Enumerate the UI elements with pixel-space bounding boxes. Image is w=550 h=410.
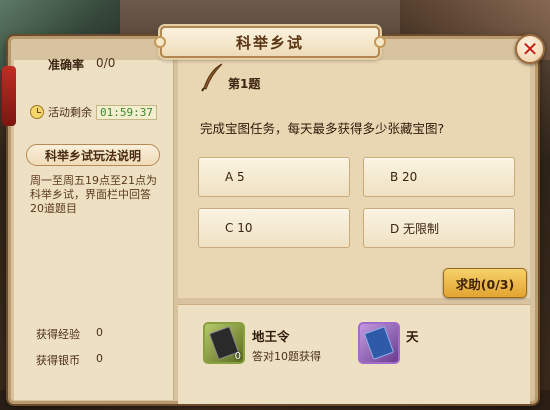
- title-ornament-right: [374, 36, 386, 48]
- title-plate: 科举乡试: [154, 26, 386, 58]
- timer-row: 活动剩余 01:59:37: [30, 104, 157, 120]
- question-number: 第1题: [228, 77, 261, 91]
- close-button[interactable]: ✕: [515, 34, 545, 64]
- accuracy-label: 准确率: [48, 58, 85, 72]
- token-icon: [363, 326, 395, 360]
- option-a-label: A 5: [225, 170, 245, 184]
- option-c-button[interactable]: C 10: [198, 208, 350, 248]
- window-title: 科举乡试: [235, 33, 304, 52]
- rules-text: 周一至周五19点至21点为科举乡试，界面栏中回答20道题目: [30, 174, 157, 215]
- reward-name: 地王令: [252, 329, 290, 344]
- option-b-label: B 20: [390, 170, 418, 184]
- rules-title: 科举乡试玩法说明: [26, 144, 160, 166]
- option-b-button[interactable]: B 20: [363, 157, 515, 197]
- exp-label: 获得经验: [36, 328, 80, 341]
- accuracy-row: 准确率 0/0: [48, 56, 115, 73]
- option-d-label: D 无限制: [390, 221, 440, 236]
- reward-item-2[interactable]: [358, 322, 400, 364]
- tassel-ornament: [2, 66, 16, 126]
- silver-row: 获得银币 0: [36, 352, 103, 368]
- reward-desc: 答对10题获得: [252, 350, 321, 363]
- help-button[interactable]: 求助(0/3): [443, 268, 527, 298]
- title-ornament-left: [154, 36, 166, 48]
- option-a-button[interactable]: A 5: [198, 157, 350, 197]
- silver-label: 获得银币: [36, 354, 80, 367]
- timer-value: 01:59:37: [96, 104, 157, 120]
- reward-count: 0: [234, 351, 241, 362]
- accuracy-value: 0/0: [96, 56, 116, 70]
- timer-label: 活动剩余: [48, 106, 92, 119]
- quill-icon: [201, 63, 223, 92]
- question-text: 完成宝图任务，每天最多获得多少张藏宝图?: [200, 121, 445, 136]
- reward-name: 天: [406, 329, 419, 344]
- exp-row: 获得经验 0: [36, 326, 103, 342]
- clock-icon: [30, 105, 44, 119]
- exp-value: 0: [96, 326, 103, 339]
- option-d-button[interactable]: D 无限制: [363, 208, 515, 248]
- option-c-label: C 10: [225, 221, 253, 235]
- reward-item-1[interactable]: 0: [203, 322, 245, 364]
- close-icon: ✕: [521, 37, 539, 61]
- silver-value: 0: [96, 352, 103, 365]
